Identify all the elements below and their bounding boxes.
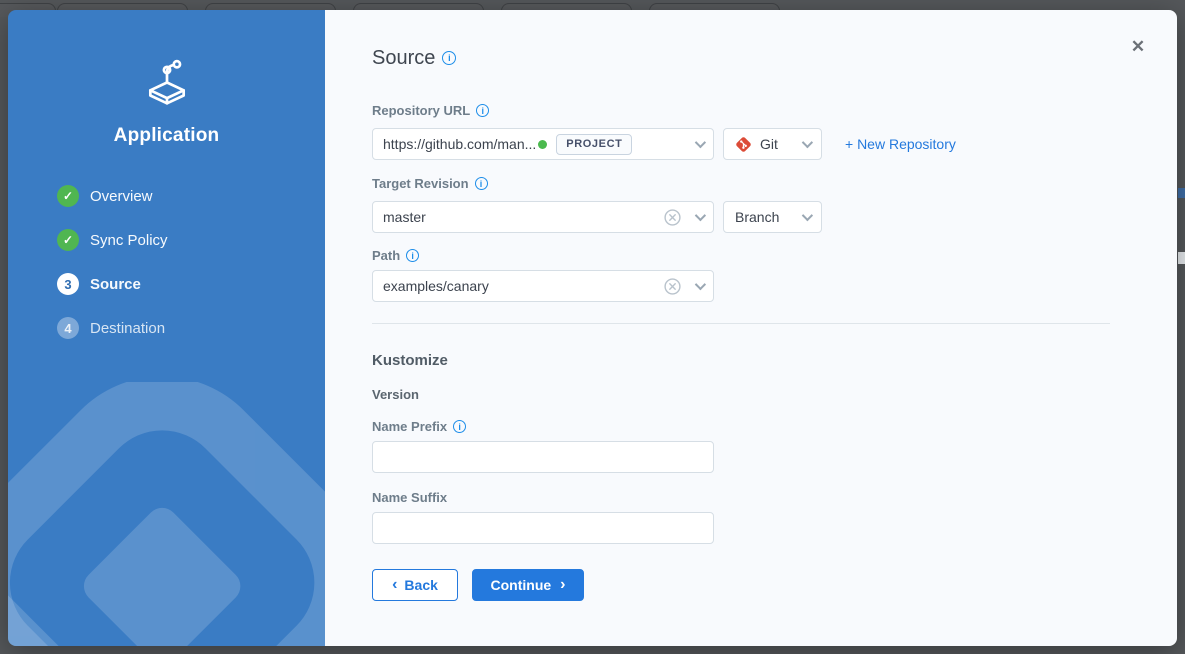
chevron-down-icon[interactable] (695, 279, 706, 290)
name-prefix-input-box[interactable] (372, 441, 714, 473)
new-repository-link[interactable]: + New Repository (845, 136, 956, 152)
repository-url-label: Repository URL (372, 103, 470, 118)
path-label: Path (372, 248, 400, 263)
chevron-down-icon (802, 210, 813, 221)
wizard-title: Application (8, 125, 325, 147)
step-overview[interactable]: ✓ Overview (57, 174, 325, 218)
version-label: Version (372, 387, 1177, 402)
repository-url-value: https://github.com/man... (383, 136, 536, 152)
revision-type-select[interactable]: Branch (723, 201, 822, 233)
target-revision-input[interactable] (383, 209, 664, 225)
repo-connected-dot-icon (538, 140, 547, 149)
step-label: Overview (90, 188, 153, 205)
check-icon: ✓ (57, 229, 79, 251)
name-prefix-label: Name Prefix (372, 419, 447, 434)
check-icon: ✓ (57, 185, 79, 207)
project-badge: PROJECT (556, 134, 632, 155)
info-icon[interactable]: i (475, 177, 488, 190)
info-icon[interactable]: i (442, 51, 456, 65)
repository-url-input[interactable]: https://github.com/man... PROJECT (372, 128, 714, 160)
step-number: 4 (57, 317, 79, 339)
name-suffix-input-box[interactable] (372, 512, 714, 544)
backdrop-fragment (1178, 252, 1185, 264)
step-label: Source (90, 276, 141, 293)
application-box-icon (141, 57, 193, 109)
path-input-box[interactable] (372, 270, 714, 302)
wizard-sidebar: Application ✓ Overview ✓ Sync Policy 3 S… (8, 10, 325, 646)
argo-watermark-pattern (8, 382, 325, 646)
background-tab-strip (0, 0, 1185, 10)
target-revision-input-box[interactable] (372, 201, 714, 233)
close-icon[interactable]: ✕ (1129, 38, 1147, 56)
page-title: Source (372, 47, 435, 70)
chevron-down-icon[interactable] (695, 210, 706, 221)
continue-button-label: Continue (491, 577, 552, 593)
step-destination[interactable]: 4 Destination (57, 306, 325, 350)
kustomize-heading: Kustomize (372, 352, 1177, 369)
step-number: 3 (57, 273, 79, 295)
step-label: Sync Policy (90, 232, 168, 249)
continue-button[interactable]: Continue › (472, 569, 584, 601)
back-button[interactable]: ‹ Back (372, 569, 458, 601)
back-button-label: Back (404, 577, 437, 593)
path-input[interactable] (383, 278, 664, 294)
name-suffix-input[interactable] (383, 520, 703, 536)
info-icon[interactable]: i (476, 104, 489, 117)
step-label: Destination (90, 320, 165, 337)
step-sync-policy[interactable]: ✓ Sync Policy (57, 218, 325, 262)
application-wizard-modal: Application ✓ Overview ✓ Sync Policy 3 S… (8, 10, 1177, 646)
source-panel: ✕ Source i Repository URL i https://gith… (325, 10, 1177, 646)
chevron-down-icon (802, 137, 813, 148)
chevron-down-icon[interactable] (695, 137, 706, 148)
info-icon[interactable]: i (453, 420, 466, 433)
name-prefix-input[interactable] (383, 449, 703, 465)
clear-icon[interactable] (664, 278, 681, 295)
target-revision-label: Target Revision (372, 176, 469, 191)
section-divider (372, 323, 1110, 324)
chevron-right-icon: › (560, 576, 565, 594)
revision-type-value: Branch (735, 209, 779, 225)
git-icon (735, 136, 752, 153)
name-suffix-label: Name Suffix (372, 490, 447, 505)
step-source[interactable]: 3 Source (57, 262, 325, 306)
repo-type-value: Git (760, 136, 778, 152)
info-icon[interactable]: i (406, 249, 419, 262)
backdrop-fragment (1178, 188, 1185, 198)
clear-icon[interactable] (664, 209, 681, 226)
chevron-left-icon: ‹ (392, 576, 397, 594)
repo-type-select[interactable]: Git (723, 128, 822, 160)
wizard-steps: ✓ Overview ✓ Sync Policy 3 Source 4 Dest… (57, 174, 325, 350)
